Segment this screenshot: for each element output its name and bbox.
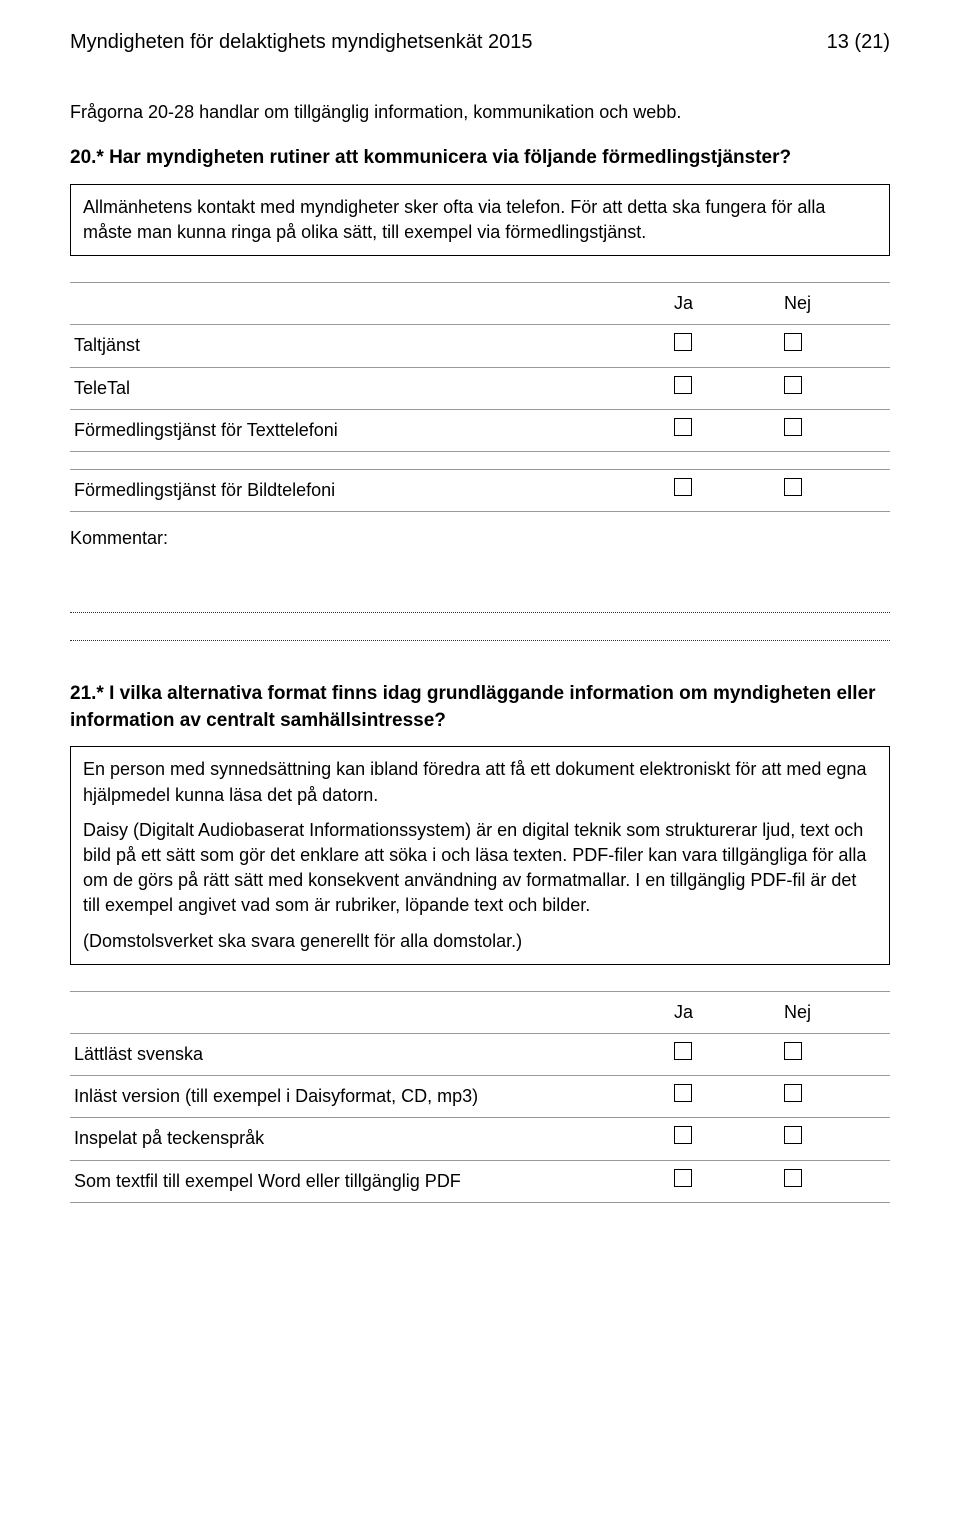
checkbox[interactable]	[784, 333, 802, 351]
checkbox[interactable]	[674, 1169, 692, 1187]
q20-comment-block: Kommentar:	[70, 526, 890, 641]
q20-comment-label: Kommentar:	[70, 526, 890, 551]
q20-col-no: Nej	[780, 283, 890, 325]
q20-row-label: TeleTal	[70, 367, 670, 409]
checkbox[interactable]	[674, 418, 692, 436]
q21-row-label: Lättläst svenska	[70, 1033, 670, 1075]
checkbox[interactable]	[674, 1084, 692, 1102]
q20-row-label: Förmedlingstjänst för Texttelefoni	[70, 409, 670, 451]
q20-col-yes: Ja	[670, 283, 780, 325]
q20-info-text: Allmänhetens kontakt med myndigheter ske…	[83, 195, 877, 245]
q21-row-label: Inläst version (till exempel i Daisyform…	[70, 1076, 670, 1118]
section-intro: Frågorna 20-28 handlar om tillgänglig in…	[70, 100, 890, 125]
comment-line[interactable]	[70, 619, 890, 641]
document-header: Myndigheten för delaktighets myndighetse…	[70, 28, 890, 56]
q21-col-empty	[70, 991, 670, 1033]
q20-info-box: Allmänhetens kontakt med myndigheter ske…	[70, 184, 890, 256]
q20-table: Ja Nej Taltjänst TeleTal Förmedlingstjän…	[70, 282, 890, 512]
checkbox[interactable]	[784, 1169, 802, 1187]
checkbox[interactable]	[674, 478, 692, 496]
checkbox[interactable]	[784, 1042, 802, 1060]
q21-info-p1: En person med synnedsättning kan ibland …	[83, 757, 877, 807]
q21-info-p2: Daisy (Digitalt Audiobaserat Information…	[83, 818, 877, 919]
checkbox[interactable]	[784, 1126, 802, 1144]
doc-title: Myndigheten för delaktighets myndighetse…	[70, 28, 533, 56]
page-indicator: 13 (21)	[827, 28, 890, 56]
checkbox[interactable]	[784, 418, 802, 436]
q21-col-no: Nej	[780, 991, 890, 1033]
checkbox[interactable]	[784, 376, 802, 394]
q21-title: 21.* I vilka alternativa format finns id…	[70, 681, 890, 734]
checkbox[interactable]	[674, 376, 692, 394]
checkbox[interactable]	[784, 1084, 802, 1102]
q21-row-label: Inspelat på teckenspråk	[70, 1118, 670, 1160]
q20-col-empty	[70, 283, 670, 325]
q21-row-label: Som textfil till exempel Word eller till…	[70, 1160, 670, 1202]
comment-line[interactable]	[70, 591, 890, 613]
q21-info-p3: (Domstolsverket ska svara generellt för …	[83, 929, 877, 954]
checkbox[interactable]	[674, 1126, 692, 1144]
checkbox[interactable]	[674, 1042, 692, 1060]
q20-title: 20.* Har myndigheten rutiner att kommuni…	[70, 145, 890, 172]
checkbox[interactable]	[674, 333, 692, 351]
checkbox[interactable]	[784, 478, 802, 496]
q21-table: Ja Nej Lättläst svenska Inläst version (…	[70, 991, 890, 1203]
q20-row-label: Förmedlingstjänst för Bildtelefoni	[70, 469, 670, 511]
q21-info-box: En person med synnedsättning kan ibland …	[70, 746, 890, 964]
q20-row-label: Taltjänst	[70, 325, 670, 367]
q21-col-yes: Ja	[670, 991, 780, 1033]
